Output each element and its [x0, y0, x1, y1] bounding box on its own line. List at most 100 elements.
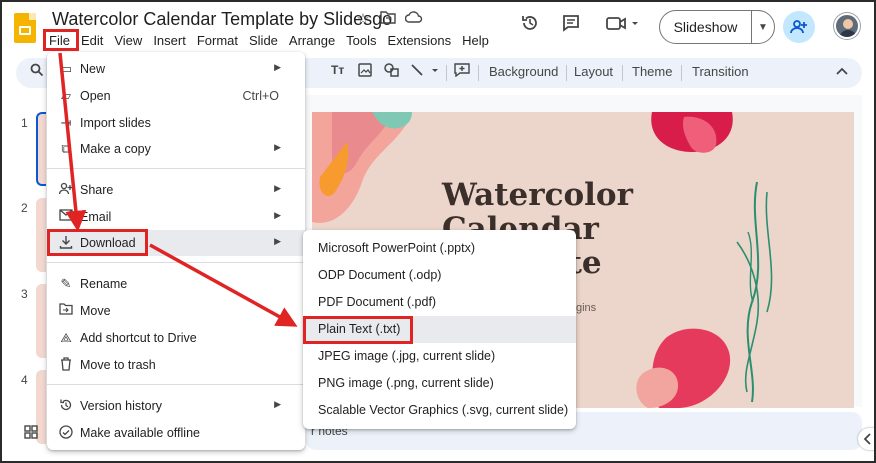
menu-item-label: Email	[80, 210, 112, 224]
menu-help[interactable]: Help	[457, 31, 495, 51]
search-menus-icon[interactable]	[30, 63, 44, 80]
submenu-arrow-icon: ▶	[274, 62, 281, 72]
menu-item-label: Add shortcut to Drive	[80, 331, 197, 345]
annotation-box-download	[47, 229, 148, 256]
menu-item-label: Microsoft PowerPoint (.pptx)	[318, 241, 475, 255]
file-menu-version-history[interactable]: Version history ▶	[47, 393, 305, 419]
menu-item-label: Move	[80, 304, 111, 318]
toolbar-divider	[566, 65, 567, 81]
document-title[interactable]: Watercolor Calendar Template by Slidesgo	[52, 9, 392, 30]
file-menu-move-to-trash[interactable]: Move to trash	[47, 352, 305, 378]
background-button[interactable]: Background	[489, 64, 558, 79]
menu-item-label: Version history	[80, 399, 162, 413]
share-person-icon	[58, 182, 74, 198]
rename-icon: ✎	[60, 276, 72, 291]
menu-insert[interactable]: Insert	[148, 31, 192, 51]
history-icon[interactable]	[516, 13, 544, 41]
avatar[interactable]	[834, 13, 860, 39]
download-pdf[interactable]: PDF Document (.pdf)	[303, 289, 576, 316]
menu-divider	[47, 384, 305, 385]
grid-view-icon[interactable]	[24, 425, 38, 442]
slide-number: 4	[21, 373, 28, 387]
menu-item-label: Move to trash	[80, 358, 156, 372]
download-jpeg[interactable]: JPEG image (.jpg, current slide)	[303, 343, 576, 370]
move-icon	[58, 303, 74, 319]
file-menu-email[interactable]: Email ▶	[47, 204, 305, 230]
chevron-up-icon[interactable]	[836, 64, 848, 79]
menu-slide[interactable]: Slide	[244, 31, 284, 51]
slide-number: 2	[21, 201, 28, 215]
move-to-folder-icon[interactable]	[378, 10, 398, 30]
slide-thumbnail[interactable]	[36, 112, 46, 186]
email-icon	[58, 209, 74, 225]
submenu-arrow-icon: ▶	[274, 236, 281, 246]
menu-view[interactable]: View	[109, 31, 148, 51]
side-panel-toggle[interactable]	[858, 428, 876, 450]
text-box-icon[interactable]: Tт	[331, 63, 344, 77]
slideshow-button[interactable]: Slideshow ▼	[659, 10, 775, 44]
download-odp[interactable]: ODP Document (.odp)	[303, 262, 576, 289]
file-menu-rename[interactable]: ✎ Rename	[47, 271, 305, 297]
submenu-arrow-icon: ▶	[274, 210, 281, 220]
drive-shortcut-icon: ⟁	[60, 330, 72, 345]
slide-number: 3	[21, 287, 28, 301]
layout-button[interactable]: Layout	[574, 64, 613, 79]
shortcut-label: Ctrl+O	[242, 89, 279, 103]
menu-item-label: ODP Document (.odp)	[318, 268, 442, 282]
menubar: File Edit View Insert Format Slide Arran…	[44, 31, 495, 51]
copy-icon: ⧉	[61, 141, 71, 156]
chevron-left-icon	[863, 433, 871, 445]
annotation-box-file	[43, 29, 79, 51]
slide-thumbnail[interactable]	[36, 284, 46, 358]
file-menu-import-slides[interactable]: ⇥ Import slides	[47, 110, 305, 136]
menu-extensions[interactable]: Extensions	[383, 31, 458, 51]
menu-format[interactable]: Format	[192, 31, 244, 51]
add-comment-icon[interactable]	[454, 63, 470, 80]
offline-icon	[58, 425, 74, 441]
menu-edit[interactable]: Edit	[76, 31, 109, 51]
download-svg[interactable]: Scalable Vector Graphics (.svg, current …	[303, 397, 576, 424]
slideshow-label: Slideshow	[660, 10, 752, 44]
menu-item-label: Open	[80, 89, 111, 103]
import-icon: ⇥	[60, 115, 72, 130]
menu-item-label: Scalable Vector Graphics (.svg, current …	[318, 403, 569, 417]
menu-tools[interactable]: Tools	[341, 31, 382, 51]
annotation-box-plain-text	[303, 316, 413, 344]
slide-number: 1	[21, 116, 28, 130]
menu-item-label: Make available offline	[80, 426, 200, 440]
file-menu-open[interactable]: ▱ Open Ctrl+O	[47, 83, 305, 109]
submenu-arrow-icon: ▶	[274, 142, 281, 152]
menu-item-label: Share	[80, 183, 114, 197]
video-call-icon[interactable]	[602, 13, 642, 41]
download-pptx[interactable]: Microsoft PowerPoint (.pptx)	[303, 235, 576, 262]
slides-logo[interactable]	[14, 13, 36, 43]
image-icon[interactable]	[358, 63, 372, 80]
file-menu-share[interactable]: Share ▶	[47, 177, 305, 203]
download-png[interactable]: PNG image (.png, current slide)	[303, 370, 576, 397]
chevron-down-icon[interactable]: ▼	[752, 22, 774, 33]
file-menu-add-shortcut[interactable]: ⟁ Add shortcut to Drive	[47, 325, 305, 351]
menu-item-label: Rename	[80, 277, 128, 291]
theme-button[interactable]: Theme	[632, 64, 672, 79]
file-menu-new[interactable]: ▭ New ▶	[47, 56, 305, 82]
share-icon[interactable]	[783, 11, 815, 43]
open-folder-icon: ▱	[61, 88, 71, 103]
menu-divider	[47, 262, 305, 263]
file-menu-move[interactable]: Move	[47, 298, 305, 324]
menu-item-label: PNG image (.png, current slide)	[318, 376, 494, 390]
slide-thumbnail[interactable]	[36, 198, 46, 272]
cloud-saved-icon[interactable]	[404, 10, 424, 30]
comment-icon[interactable]	[557, 13, 585, 41]
toolbar-divider	[446, 65, 447, 81]
file-menu-make-offline[interactable]: Make available offline	[47, 420, 305, 446]
toolbar-divider	[681, 65, 682, 81]
file-menu-make-copy[interactable]: ⧉ Make a copy ▶	[47, 136, 305, 162]
version-history-icon	[58, 398, 74, 414]
menu-item-label: Import slides	[80, 116, 151, 130]
line-icon[interactable]	[410, 63, 440, 80]
menu-arrange[interactable]: Arrange	[284, 31, 341, 51]
transition-button[interactable]: Transition	[692, 64, 749, 79]
star-icon[interactable]: ☆	[353, 10, 373, 30]
shape-icon[interactable]	[384, 63, 400, 80]
submenu-arrow-icon: ▶	[274, 183, 281, 193]
